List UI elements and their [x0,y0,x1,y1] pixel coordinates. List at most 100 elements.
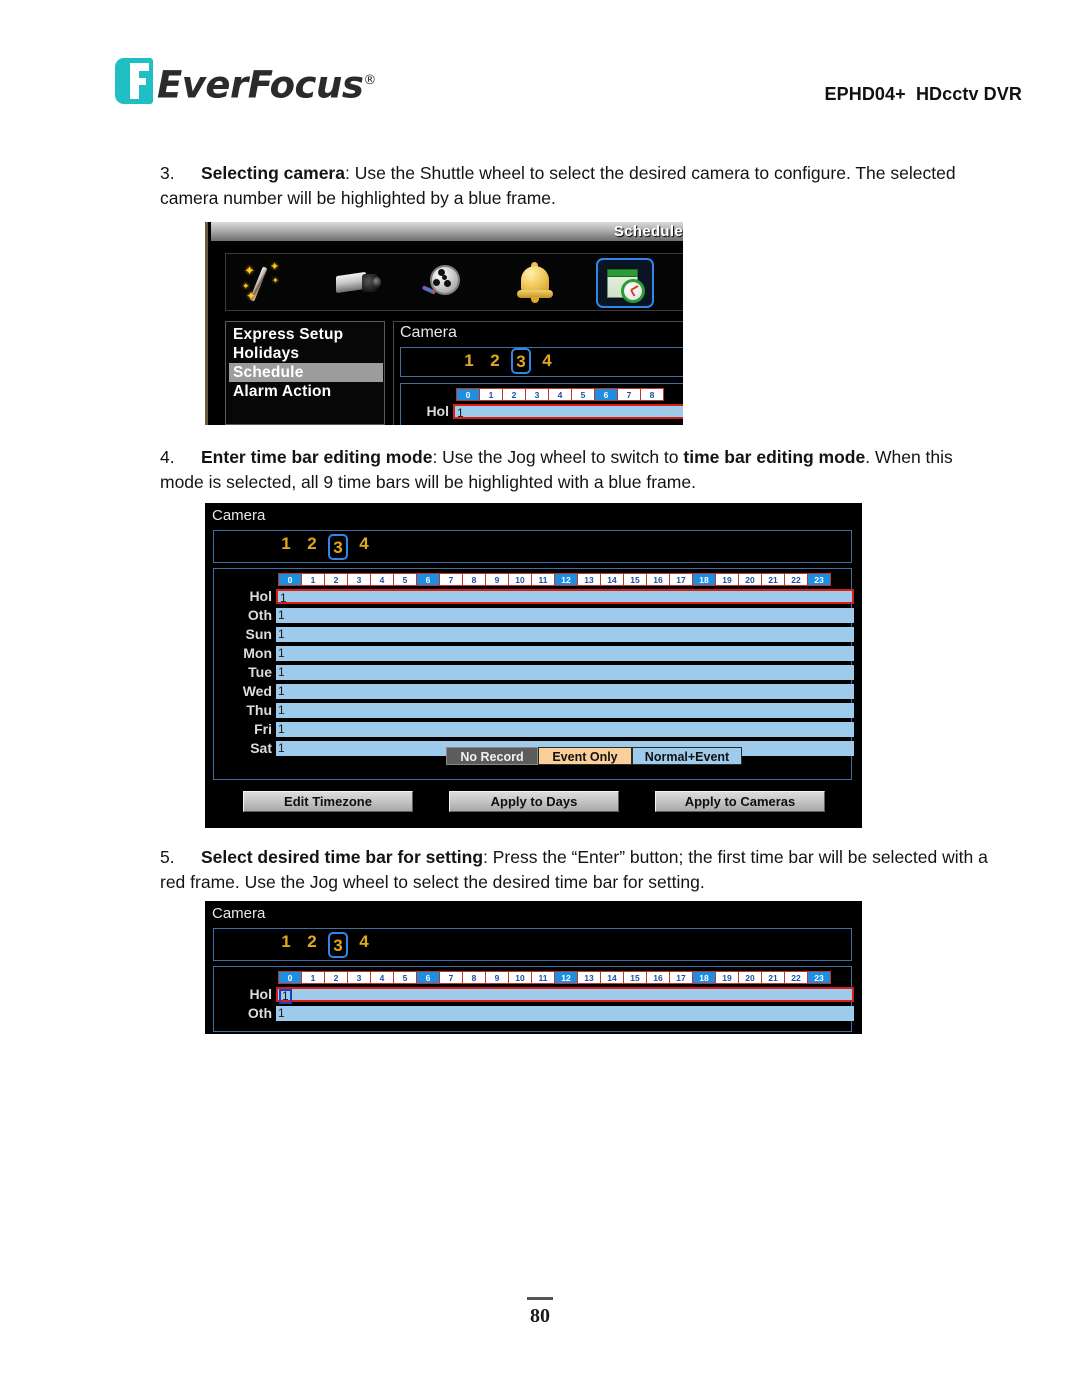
hour-cell[interactable]: 17 [669,971,693,984]
hour-cell[interactable]: 14 [600,573,624,586]
hour-cell[interactable]: 9 [485,573,509,586]
legend-norec[interactable]: No Record [446,747,538,765]
hour-cell[interactable]: 19 [715,971,739,984]
hour-cell[interactable]: 13 [577,971,601,984]
hour-cell[interactable]: 5 [393,971,417,984]
time-bar-row[interactable]: Thu 1 [214,702,854,718]
hour-cell[interactable]: 3 [525,388,549,401]
hour-cell[interactable]: 8 [462,971,486,984]
time-bar-track[interactable]: 1 [276,626,854,642]
hour-cell[interactable]: 0 [456,388,480,401]
camera-number-4[interactable]: 4 [537,351,557,371]
button-edit-timezone[interactable]: Edit Timezone [243,791,413,812]
hour-cell[interactable]: 4 [370,971,394,984]
hour-cell[interactable]: 21 [761,573,785,586]
camera-icon[interactable] [329,258,387,308]
hour-cell[interactable]: 15 [623,971,647,984]
hour-cell[interactable]: 7 [617,388,641,401]
time-bar-row[interactable]: Oth 1 [214,1005,854,1021]
hour-cell[interactable]: 8 [462,573,486,586]
hour-cell[interactable]: 10 [508,573,532,586]
camera-selector-3[interactable]: 1 2 3 4 [213,928,852,961]
hour-cell[interactable]: 18 [692,573,716,586]
hour-cell[interactable]: 14 [600,971,624,984]
hour-cell[interactable]: 3 [347,971,371,984]
time-bar-row[interactable]: Tue 1 [214,664,854,680]
hour-cell[interactable]: 20 [738,573,762,586]
hour-cell[interactable]: 2 [324,971,348,984]
camera-number-3[interactable]: 3 [328,932,348,958]
hour-cell[interactable]: 1 [479,388,503,401]
hour-cell[interactable]: 6 [416,971,440,984]
schedule-calendar-clock-icon[interactable] [596,258,654,308]
hour-cell[interactable]: 9 [485,971,509,984]
hour-cell[interactable]: 1 [301,573,325,586]
hour-cell[interactable]: 19 [715,573,739,586]
hour-cell[interactable]: 5 [571,388,595,401]
hour-cell[interactable]: 2 [502,388,526,401]
hour-cell[interactable]: 15 [623,573,647,586]
time-bar-track[interactable]: 1 [276,645,854,661]
camera-number-1[interactable]: 1 [276,534,296,554]
sidebar-item-schedule[interactable]: Schedule [229,363,383,382]
camera-selector-1[interactable]: 1 2 3 4 [400,347,683,377]
hour-cell[interactable]: 10 [508,971,532,984]
hour-cell[interactable]: 1 [301,971,325,984]
camera-number-2[interactable]: 2 [302,534,322,554]
camera-number-2[interactable]: 2 [485,351,505,371]
sidebar-item-express-setup[interactable]: Express Setup [229,325,384,344]
hour-cell[interactable]: 22 [784,971,808,984]
time-bar-row[interactable]: Sun 1 [214,626,854,642]
hour-cell[interactable]: 0 [278,573,302,586]
hour-cell[interactable]: 13 [577,573,601,586]
time-bar-row[interactable]: Oth 1 [214,607,854,623]
hour-cell[interactable]: 7 [439,573,463,586]
hour-cell[interactable]: 20 [738,971,762,984]
hour-cell[interactable]: 3 [347,573,371,586]
time-bar-track[interactable]: 1 [276,683,854,699]
hour-cell[interactable]: 16 [646,971,670,984]
hour-cell[interactable]: 6 [594,388,618,401]
button-apply-to-cameras[interactable]: Apply to Cameras [655,791,825,812]
hour-cell[interactable]: 6 [416,573,440,586]
time-bar-track[interactable]: 1 [276,588,854,605]
time-bar-track[interactable]: 1 [276,721,854,737]
time-bar-track[interactable]: 1 [453,403,683,420]
time-bar-track[interactable]: 1 [276,1005,854,1021]
hour-cell[interactable]: 21 [761,971,785,984]
time-bar-track[interactable]: 1 [276,986,854,1004]
hour-cell[interactable]: 7 [439,971,463,984]
record-film-reel-icon[interactable] [418,258,476,308]
hour-cell[interactable]: 11 [531,573,555,586]
hour-cell[interactable]: 8 [640,388,664,401]
time-bar-track[interactable]: 1 [276,607,854,623]
time-bar-track[interactable]: 1 [276,702,854,718]
hour-cell[interactable]: 16 [646,573,670,586]
time-bar-row[interactable]: Hol 1 [214,588,854,605]
sidebar-item-alarm-action[interactable]: Alarm Action [229,382,384,401]
time-bar-row[interactable]: Fri 1 [214,721,854,737]
time-bar-track[interactable]: 1 [276,664,854,680]
button-apply-to-days[interactable]: Apply to Days [449,791,619,812]
hour-cell[interactable]: 23 [807,971,831,984]
hour-cell[interactable]: 4 [548,388,572,401]
camera-number-3[interactable]: 3 [328,534,348,560]
camera-number-1[interactable]: 1 [459,351,479,371]
hour-cell[interactable]: 5 [393,573,417,586]
hour-cell[interactable]: 23 [807,573,831,586]
sidebar-item-holidays[interactable]: Holidays [229,344,384,363]
hour-cell[interactable]: 2 [324,573,348,586]
camera-selector-2[interactable]: 1 2 3 4 [213,530,852,563]
camera-number-4[interactable]: 4 [354,534,374,554]
alarm-bell-icon[interactable] [507,258,565,308]
hour-cell[interactable]: 4 [370,573,394,586]
hour-cell[interactable]: 0 [278,971,302,984]
time-bar-row[interactable]: Hol 1 [214,986,854,1004]
camera-number-4[interactable]: 4 [354,932,374,952]
legend-nev[interactable]: Normal+Event [632,747,742,765]
camera-number-3[interactable]: 3 [511,348,531,374]
time-bar-row[interactable]: Mon 1 [214,645,854,661]
camera-number-1[interactable]: 1 [276,932,296,952]
hour-cell[interactable]: 11 [531,971,555,984]
hour-cell[interactable]: 22 [784,573,808,586]
